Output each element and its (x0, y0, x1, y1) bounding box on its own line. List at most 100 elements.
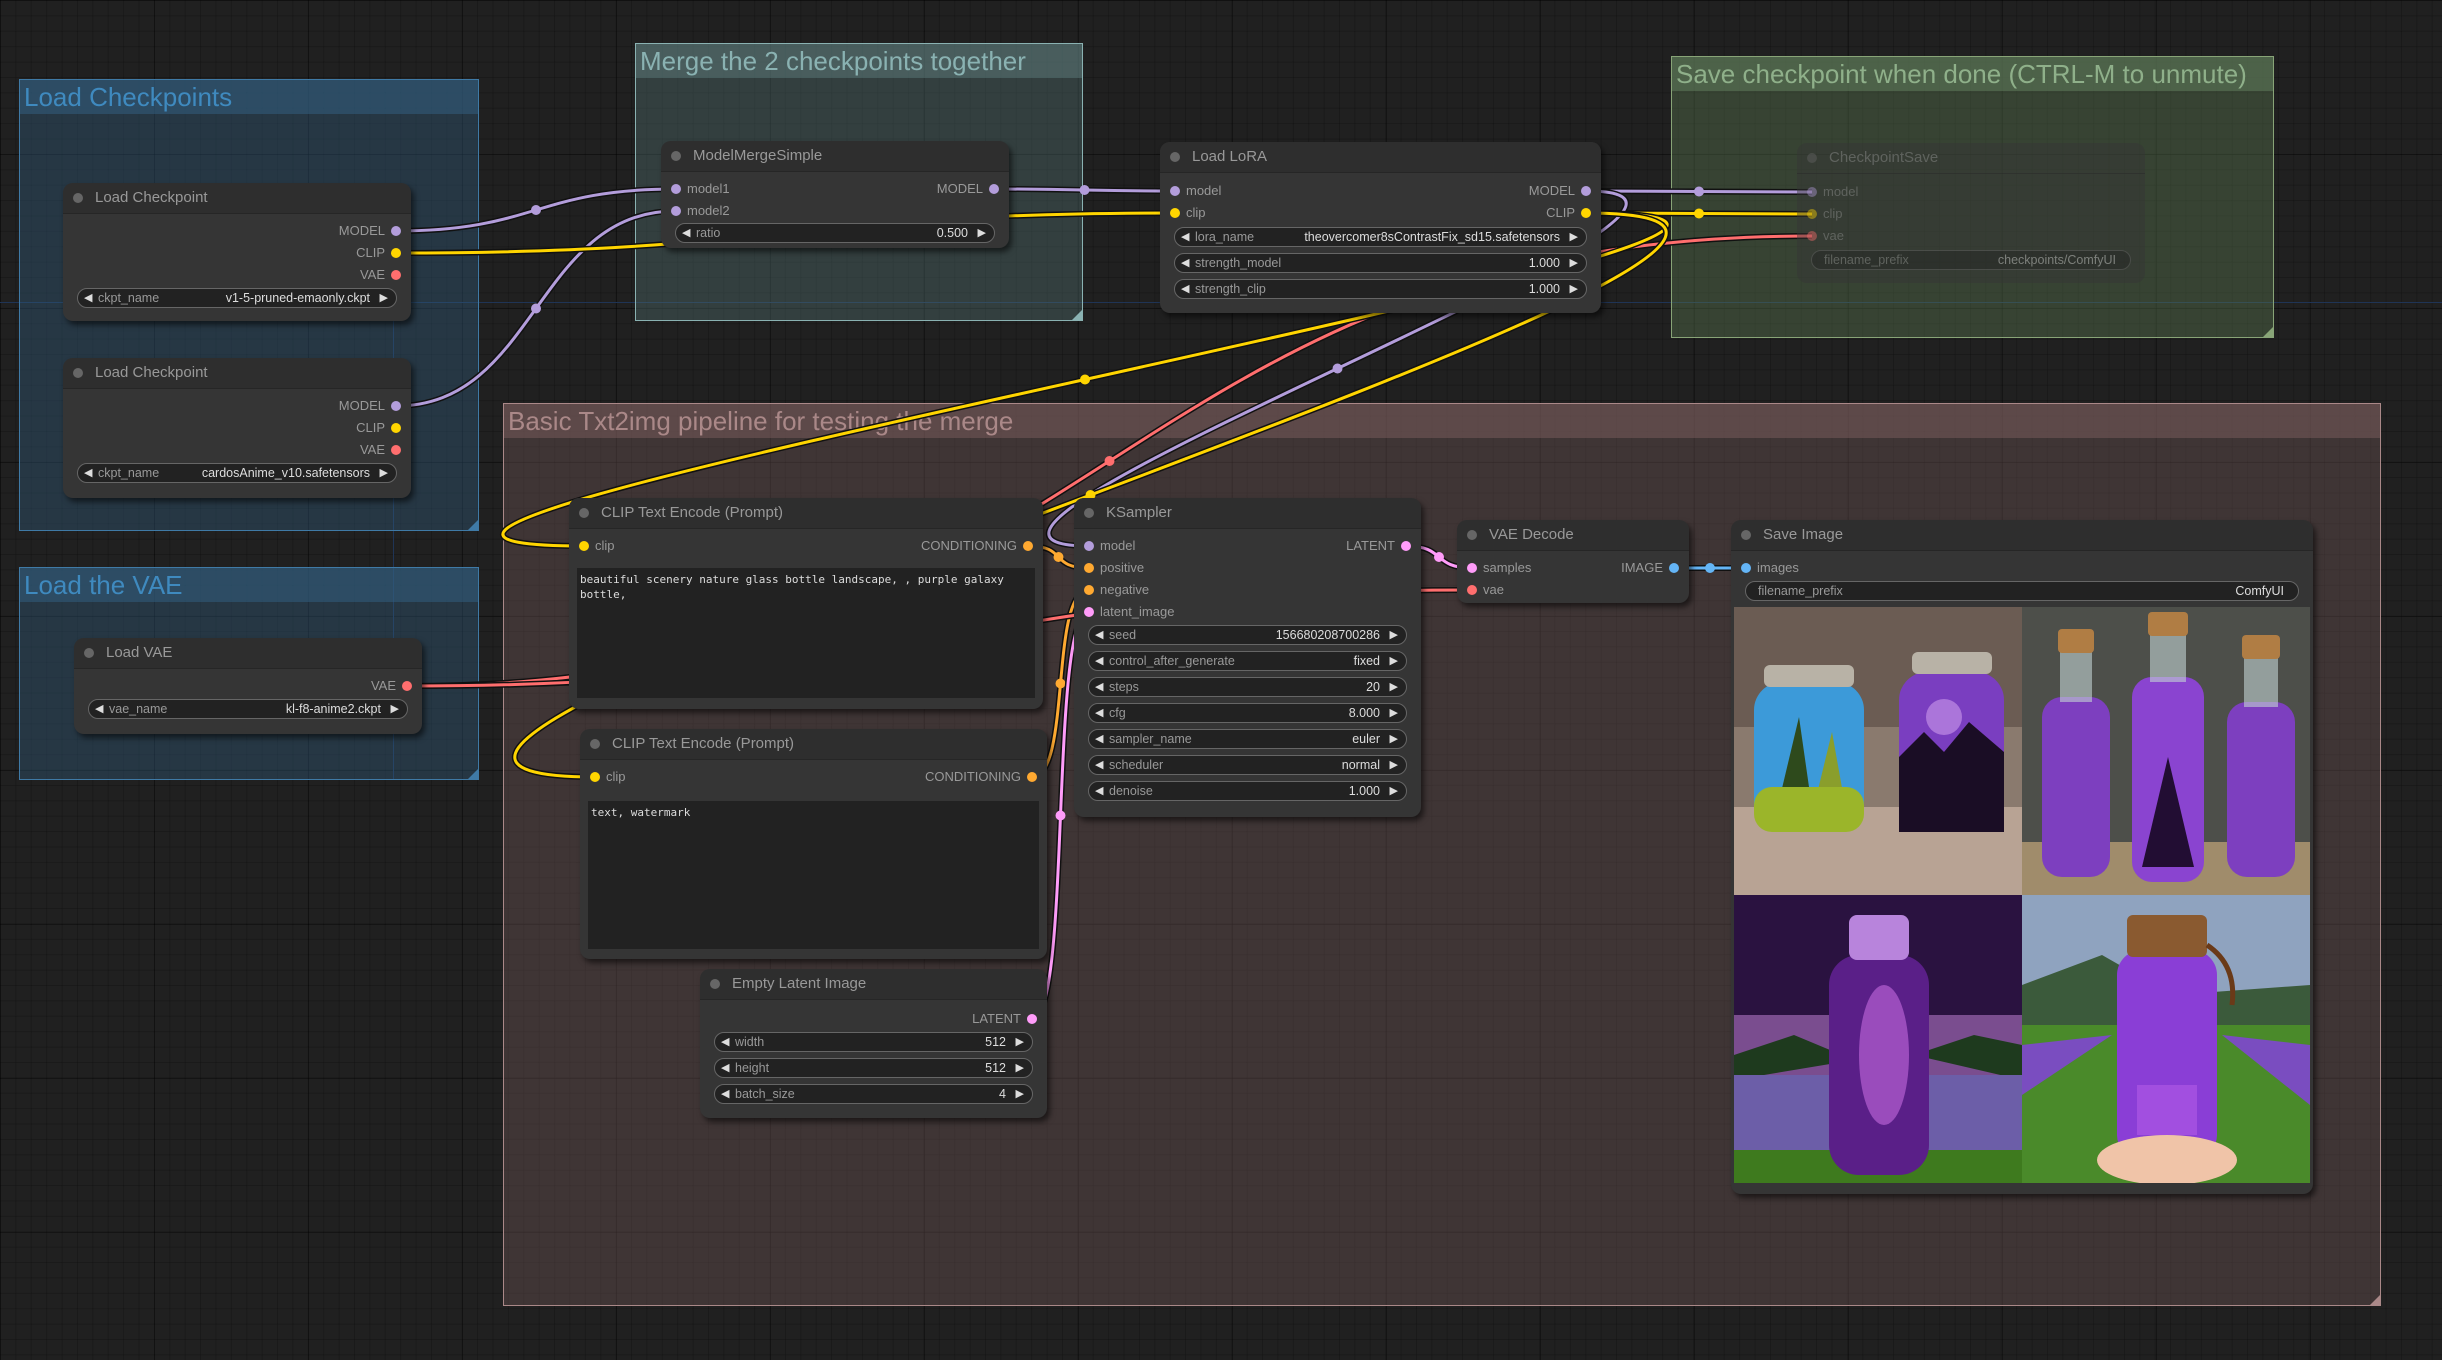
pin-icon[interactable] (1669, 563, 1679, 573)
arrow-left-icon[interactable]: ◀ (84, 464, 92, 482)
widget-sampler-name[interactable]: ◀ sampler_name euler ▶ (1088, 729, 1407, 749)
input-model1[interactable]: model1 (671, 179, 730, 199)
resize-handle[interactable] (2263, 327, 2273, 337)
wire-midpoint-handle[interactable] (1080, 374, 1090, 385)
widget-ratio[interactable]: ◀ ratio 0.500 ▶ (675, 223, 995, 243)
arrow-left-icon[interactable]: ◀ (721, 1085, 729, 1103)
pin-icon[interactable] (1401, 541, 1411, 551)
arrow-right-icon[interactable]: ▶ (1016, 1059, 1024, 1077)
node-model-merge-simple[interactable]: ModelMergeSimple model1 model2 MODEL ◀ ra… (661, 141, 1009, 248)
arrow-right-icon[interactable]: ▶ (1016, 1085, 1024, 1103)
arrow-right-icon[interactable]: ▶ (1390, 782, 1398, 800)
widget-steps[interactable]: ◀ steps 20 ▶ (1088, 677, 1407, 697)
widget-denoise[interactable]: ◀ denoise 1.000 ▶ (1088, 781, 1407, 801)
node-load-lora[interactable]: Load LoRA model clip MODEL CLIP ◀ lora_na… (1160, 142, 1601, 313)
node-checkpoint-save[interactable]: CheckpointSave model clip vae filename_p… (1797, 143, 2145, 283)
node-title[interactable]: Empty Latent Image (700, 969, 1047, 1000)
pin-icon[interactable] (391, 423, 401, 433)
pin-icon[interactable] (671, 184, 681, 194)
input-model[interactable]: model (1170, 181, 1221, 201)
arrow-left-icon[interactable]: ◀ (1181, 280, 1189, 298)
widget-vae-name[interactable]: ◀ vae_name kl-f8-anime2.ckpt ▶ (88, 699, 408, 719)
pin-icon[interactable] (579, 541, 589, 551)
widget-seed[interactable]: ◀ seed 156680208700286 ▶ (1088, 625, 1407, 645)
node-load-checkpoint-1[interactable]: Load Checkpoint MODEL CLIP VAE ◀ ckpt_nam… (63, 183, 411, 321)
collapse-dot-icon[interactable] (1741, 530, 1751, 540)
arrow-right-icon[interactable]: ▶ (391, 700, 399, 718)
pin-icon[interactable] (1581, 186, 1591, 196)
pin-icon[interactable] (1807, 209, 1817, 219)
pin-icon[interactable] (1741, 563, 1751, 573)
node-vae-decode[interactable]: VAE Decode samples vae IMAGE (1457, 520, 1689, 603)
output-vae[interactable]: VAE (360, 265, 401, 285)
widget-cfg[interactable]: ◀ cfg 8.000 ▶ (1088, 703, 1407, 723)
output-conditioning[interactable]: CONDITIONING (925, 767, 1037, 787)
pin-icon[interactable] (1084, 585, 1094, 595)
input-model2[interactable]: model2 (671, 201, 730, 221)
node-title[interactable]: CheckpointSave (1797, 143, 2145, 174)
output-conditioning[interactable]: CONDITIONING (921, 536, 1033, 556)
arrow-left-icon[interactable]: ◀ (1095, 782, 1103, 800)
output-image[interactable]: IMAGE (1621, 558, 1679, 578)
input-model[interactable]: model (1807, 182, 1858, 202)
arrow-right-icon[interactable]: ▶ (978, 224, 986, 242)
input-latent-image[interactable]: latent_image (1084, 602, 1174, 622)
widget-ckpt-name[interactable]: ◀ ckpt_name v1-5-pruned-emaonly.ckpt ▶ (77, 288, 397, 308)
pin-icon[interactable] (1084, 541, 1094, 551)
arrow-left-icon[interactable]: ◀ (721, 1033, 729, 1051)
input-images[interactable]: images (1741, 558, 1799, 578)
node-empty-latent-image[interactable]: Empty Latent Image LATENT ◀ width 512 ▶ ◀ he… (700, 969, 1047, 1118)
collapse-dot-icon[interactable] (1807, 153, 1817, 163)
arrow-left-icon[interactable]: ◀ (1095, 652, 1103, 670)
widget-strength-model[interactable]: ◀ strength_model 1.000 ▶ (1174, 253, 1587, 273)
collapse-dot-icon[interactable] (1467, 530, 1477, 540)
widget-height[interactable]: ◀ height 512 ▶ (714, 1058, 1033, 1078)
pin-icon[interactable] (1807, 187, 1817, 197)
collapse-dot-icon[interactable] (73, 193, 83, 203)
output-model[interactable]: MODEL (1529, 181, 1591, 201)
input-vae[interactable]: vae (1807, 226, 1844, 246)
pin-icon[interactable] (402, 681, 412, 691)
widget-scheduler[interactable]: ◀ scheduler normal ▶ (1088, 755, 1407, 775)
input-clip[interactable]: clip (1170, 203, 1206, 223)
node-title[interactable]: Save Image (1731, 520, 2313, 551)
output-clip[interactable]: CLIP (1546, 203, 1591, 223)
pin-icon[interactable] (1027, 1014, 1037, 1024)
pin-icon[interactable] (391, 445, 401, 455)
resize-handle[interactable] (1072, 310, 1082, 320)
arrow-right-icon[interactable]: ▶ (1390, 704, 1398, 722)
output-clip[interactable]: CLIP (356, 243, 401, 263)
output-model[interactable]: MODEL (339, 396, 401, 416)
widget-lora-name[interactable]: ◀ lora_name theovercomer8sContrastFix_sd15… (1174, 227, 1587, 247)
arrow-right-icon[interactable]: ▶ (1390, 652, 1398, 670)
arrow-left-icon[interactable]: ◀ (1181, 254, 1189, 272)
widget-batch-size[interactable]: ◀ batch_size 4 ▶ (714, 1084, 1033, 1104)
arrow-right-icon[interactable]: ▶ (1570, 254, 1578, 272)
group-title[interactable]: Load Checkpoints (20, 80, 478, 114)
pin-icon[interactable] (1170, 208, 1180, 218)
output-image-1[interactable] (1734, 607, 2022, 895)
arrow-left-icon[interactable]: ◀ (1095, 678, 1103, 696)
node-title[interactable]: KSampler (1074, 498, 1421, 529)
output-model[interactable]: MODEL (937, 179, 999, 199)
arrow-right-icon[interactable]: ▶ (1390, 626, 1398, 644)
output-vae[interactable]: VAE (360, 440, 401, 460)
node-load-checkpoint-2[interactable]: Load Checkpoint MODEL CLIP VAE ◀ ckpt_nam… (63, 358, 411, 498)
group-title[interactable]: Load the VAE (20, 568, 478, 602)
pin-icon[interactable] (1467, 563, 1477, 573)
pin-icon[interactable] (1084, 563, 1094, 573)
node-title[interactable]: Load VAE (74, 638, 422, 669)
widget-width[interactable]: ◀ width 512 ▶ (714, 1032, 1033, 1052)
pin-icon[interactable] (1170, 186, 1180, 196)
collapse-dot-icon[interactable] (73, 368, 83, 378)
pin-icon[interactable] (590, 772, 600, 782)
arrow-right-icon[interactable]: ▶ (1390, 730, 1398, 748)
pin-icon[interactable] (1581, 208, 1591, 218)
node-title[interactable]: VAE Decode (1457, 520, 1689, 551)
pin-icon[interactable] (391, 401, 401, 411)
node-load-vae[interactable]: Load VAE VAE ◀ vae_name kl-f8-anime2.ckpt ▶ (74, 638, 422, 734)
collapse-dot-icon[interactable] (671, 151, 681, 161)
prompt-textarea[interactable]: text, watermark (588, 801, 1039, 949)
arrow-right-icon[interactable]: ▶ (1570, 280, 1578, 298)
resize-handle[interactable] (2370, 1295, 2380, 1305)
